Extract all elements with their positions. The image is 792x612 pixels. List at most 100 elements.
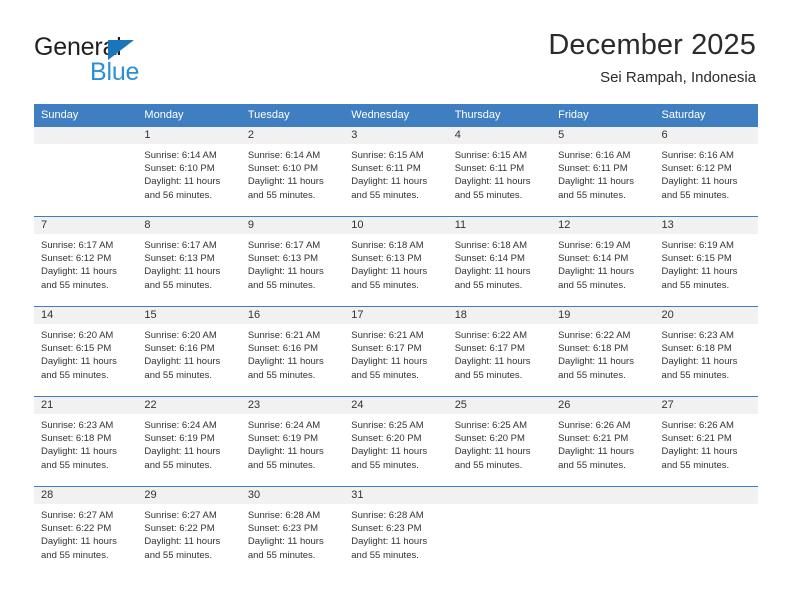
day-details: Sunrise: 6:17 AM Sunset: 6:12 PM Daylight:… bbox=[34, 234, 137, 292]
calendar-day-cell[interactable]: 26 Sunrise: 6:26 AM Sunset: 6:21 PM Dayligh… bbox=[551, 396, 655, 487]
daylight-text: and 55 minutes. bbox=[351, 369, 419, 381]
day-details bbox=[551, 504, 654, 509]
day-details: Sunrise: 6:15 AM Sunset: 6:11 PM Daylight:… bbox=[344, 144, 447, 202]
calendar-day-cell[interactable]: 12 Sunrise: 6:19 AM Sunset: 6:14 PM Dayligh… bbox=[551, 216, 655, 307]
day-details: Sunrise: 6:27 AM Sunset: 6:22 PM Daylight:… bbox=[34, 504, 137, 562]
sunset-text: Sunset: 6:10 PM bbox=[247, 163, 319, 175]
calendar-day-cell[interactable]: 7 Sunrise: 6:17 AM Sunset: 6:12 PM Daylight… bbox=[34, 216, 138, 307]
calendar-day-cell[interactable]: 6 Sunrise: 6:16 AM Sunset: 6:12 PM Daylight… bbox=[654, 126, 758, 217]
day-details: Sunrise: 6:27 AM Sunset: 6:22 PM Daylight:… bbox=[137, 504, 240, 562]
day-cell-inner bbox=[447, 487, 552, 577]
sunset-text: Sunset: 6:21 PM bbox=[558, 433, 629, 445]
sunset-text: Sunset: 6:13 PM bbox=[144, 253, 215, 265]
sunrise-text: Sunrise: 6:15 AM bbox=[454, 150, 528, 161]
calendar-day-cell[interactable]: 17 Sunrise: 6:21 AM Sunset: 6:17 PM Dayligh… bbox=[344, 306, 448, 397]
sunrise-text: Sunrise: 6:16 AM bbox=[661, 150, 734, 161]
calendar-day-cell[interactable]: 30 Sunrise: 6:28 AM Sunset: 6:23 PM Dayligh… bbox=[240, 486, 345, 577]
calendar-day-cell[interactable]: 2 Sunrise: 6:14 AM Sunset: 6:10 PM Daylight… bbox=[240, 126, 345, 217]
calendar-day-cell[interactable]: 31 Sunrise: 6:28 AM Sunset: 6:23 PM Dayligh… bbox=[344, 486, 448, 577]
sunset-text: Sunset: 6:18 PM bbox=[558, 343, 629, 355]
day-details: Sunrise: 6:16 AM Sunset: 6:11 PM Daylight:… bbox=[551, 144, 654, 202]
daylight-text: Daylight: 11 hours bbox=[558, 176, 634, 188]
day-cell-inner: 25 Sunrise: 6:25 AM Sunset: 6:20 PM Dayligh… bbox=[447, 397, 552, 486]
calendar-day-cell[interactable]: 18 Sunrise: 6:22 AM Sunset: 6:17 PM Dayligh… bbox=[447, 306, 552, 397]
day-number: 23 bbox=[240, 397, 345, 414]
daylight-text: and 55 minutes. bbox=[247, 279, 316, 291]
calendar-day-cell[interactable]: 4 Sunrise: 6:15 AM Sunset: 6:11 PM Daylight… bbox=[447, 126, 552, 217]
daylight-text: Daylight: 11 hours bbox=[144, 356, 221, 368]
calendar-day-cell[interactable]: 14 Sunrise: 6:20 AM Sunset: 6:15 PM Dayligh… bbox=[34, 306, 138, 397]
calendar-day-cell[interactable]: 13 Sunrise: 6:19 AM Sunset: 6:15 PM Dayligh… bbox=[654, 216, 758, 307]
calendar-day-cell[interactable]: 27 Sunrise: 6:26 AM Sunset: 6:21 PM Dayligh… bbox=[654, 396, 758, 487]
calendar-day-cell[interactable]: 3 Sunrise: 6:15 AM Sunset: 6:11 PM Daylight… bbox=[344, 126, 448, 217]
calendar-day-cell[interactable]: 10 Sunrise: 6:18 AM Sunset: 6:13 PM Dayligh… bbox=[344, 216, 448, 307]
weekday-header-tuesday: Tuesday bbox=[240, 104, 345, 127]
calendar-day-cell[interactable]: 11 Sunrise: 6:18 AM Sunset: 6:14 PM Dayligh… bbox=[447, 216, 552, 307]
daylight-text: and 55 minutes. bbox=[454, 459, 523, 471]
day-cell-inner: 30 Sunrise: 6:28 AM Sunset: 6:23 PM Dayligh… bbox=[240, 487, 345, 577]
daylight-text: Daylight: 11 hours bbox=[454, 266, 531, 278]
day-details bbox=[655, 504, 758, 509]
sunrise-text: Sunrise: 6:24 AM bbox=[247, 420, 321, 431]
daylight-text: Daylight: 11 hours bbox=[661, 266, 738, 278]
calendar-day-cell[interactable]: 5 Sunrise: 6:16 AM Sunset: 6:11 PM Daylight… bbox=[551, 126, 655, 217]
calendar-day-cell[interactable]: 24 Sunrise: 6:25 AM Sunset: 6:20 PM Dayligh… bbox=[344, 396, 448, 487]
day-cell-inner: 4 Sunrise: 6:15 AM Sunset: 6:11 PM Daylight… bbox=[447, 127, 552, 216]
sunset-text: Sunset: 6:23 PM bbox=[247, 523, 319, 535]
day-number: 6 bbox=[654, 127, 758, 144]
day-cell-inner bbox=[34, 127, 138, 216]
daylight-text: Daylight: 11 hours bbox=[144, 446, 221, 458]
sunrise-text: Sunrise: 6:18 AM bbox=[351, 240, 424, 251]
sunset-text: Sunset: 6:15 PM bbox=[41, 343, 112, 355]
sunrise-text: Sunrise: 6:17 AM bbox=[247, 240, 321, 251]
calendar-day-cell[interactable]: 29 Sunrise: 6:27 AM Sunset: 6:22 PM Dayligh… bbox=[137, 486, 241, 577]
sunset-text: Sunset: 6:16 PM bbox=[144, 343, 215, 355]
sunset-text: Sunset: 6:10 PM bbox=[144, 163, 215, 175]
day-details: Sunrise: 6:19 AM Sunset: 6:15 PM Daylight:… bbox=[655, 234, 758, 292]
calendar-day-cell[interactable]: 1 Sunrise: 6:14 AM Sunset: 6:10 PM Daylight… bbox=[137, 126, 241, 217]
sunrise-text: Sunrise: 6:19 AM bbox=[661, 240, 734, 251]
calendar-day-cell[interactable]: 28 Sunrise: 6:27 AM Sunset: 6:22 PM Dayligh… bbox=[34, 486, 138, 577]
calendar-day-cell[interactable]: 22 Sunrise: 6:24 AM Sunset: 6:19 PM Dayligh… bbox=[137, 396, 241, 487]
calendar-day-cell[interactable]: 8 Sunrise: 6:17 AM Sunset: 6:13 PM Daylight… bbox=[137, 216, 241, 307]
daylight-text: Daylight: 11 hours bbox=[351, 356, 428, 368]
daylight-text: and 55 minutes. bbox=[144, 459, 213, 471]
calendar-day-cell[interactable]: 25 Sunrise: 6:25 AM Sunset: 6:20 PM Dayligh… bbox=[447, 396, 552, 487]
calendar-day-cell[interactable]: 9 Sunrise: 6:17 AM Sunset: 6:13 PM Daylight… bbox=[240, 216, 345, 307]
day-details: Sunrise: 6:14 AM Sunset: 6:10 PM Daylight:… bbox=[137, 144, 240, 202]
daylight-text: Daylight: 11 hours bbox=[247, 446, 324, 458]
calendar-day-cell[interactable]: 21 Sunrise: 6:23 AM Sunset: 6:18 PM Dayligh… bbox=[34, 396, 138, 487]
weekday-header-wednesday: Wednesday bbox=[344, 104, 448, 127]
day-details: Sunrise: 6:21 AM Sunset: 6:17 PM Daylight:… bbox=[344, 324, 447, 382]
day-number: 30 bbox=[240, 487, 345, 504]
day-number: 12 bbox=[551, 217, 655, 234]
page-header: General Blue December 2025 Sei Rampah, I… bbox=[0, 0, 792, 100]
day-details: Sunrise: 6:21 AM Sunset: 6:16 PM Daylight:… bbox=[241, 324, 344, 382]
sunrise-text: Sunrise: 6:21 AM bbox=[351, 330, 424, 341]
daylight-text: and 55 minutes. bbox=[454, 279, 523, 291]
weekday-header-thursday: Thursday bbox=[447, 104, 552, 127]
day-number: 29 bbox=[137, 487, 241, 504]
sunrise-text: Sunrise: 6:27 AM bbox=[144, 510, 217, 521]
calendar-day-cell[interactable]: 19 Sunrise: 6:22 AM Sunset: 6:18 PM Dayligh… bbox=[551, 306, 655, 397]
calendar-day-cell[interactable]: 16 Sunrise: 6:21 AM Sunset: 6:16 PM Dayligh… bbox=[240, 306, 345, 397]
day-cell-inner: 7 Sunrise: 6:17 AM Sunset: 6:12 PM Daylight… bbox=[34, 217, 138, 306]
daylight-text: and 55 minutes. bbox=[41, 549, 109, 561]
general-blue-logo[interactable]: General Blue bbox=[34, 34, 234, 90]
daylight-text: Daylight: 11 hours bbox=[454, 356, 531, 368]
page-subtitle: Sei Rampah, Indonesia bbox=[600, 69, 756, 86]
calendar-day-cell[interactable]: 20 Sunrise: 6:23 AM Sunset: 6:18 PM Dayligh… bbox=[654, 306, 758, 397]
sunrise-text: Sunrise: 6:27 AM bbox=[41, 510, 114, 521]
daylight-text: Daylight: 11 hours bbox=[41, 266, 117, 278]
day-cell-inner: 28 Sunrise: 6:27 AM Sunset: 6:22 PM Dayligh… bbox=[34, 487, 138, 577]
calendar-day-cell[interactable]: 15 Sunrise: 6:20 AM Sunset: 6:16 PM Dayligh… bbox=[137, 306, 241, 397]
day-number: 10 bbox=[344, 217, 448, 234]
calendar-day-cell[interactable]: 23 Sunrise: 6:24 AM Sunset: 6:19 PM Dayligh… bbox=[240, 396, 345, 487]
daylight-text: Daylight: 11 hours bbox=[351, 266, 428, 278]
day-details: Sunrise: 6:20 AM Sunset: 6:15 PM Daylight:… bbox=[34, 324, 137, 382]
day-number: 19 bbox=[551, 307, 655, 324]
sunset-text: Sunset: 6:23 PM bbox=[351, 523, 422, 535]
day-number: 13 bbox=[654, 217, 758, 234]
calendar-grid: Sunday Monday Tuesday Wednesday Thursday… bbox=[34, 104, 758, 577]
daylight-text: and 55 minutes. bbox=[351, 459, 419, 471]
